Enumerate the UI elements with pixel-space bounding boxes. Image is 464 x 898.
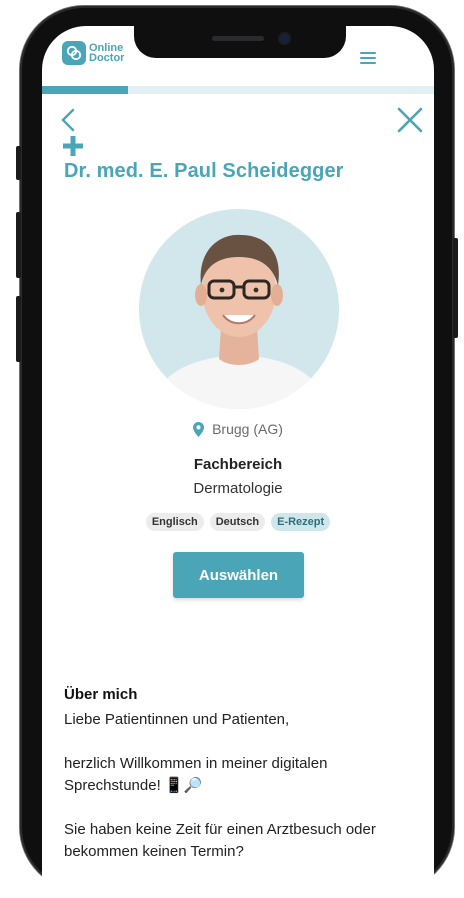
phone-notch [134,26,346,58]
close-icon[interactable] [396,106,424,134]
step-progress-bar [42,86,434,94]
phone-volume-up [16,212,21,278]
select-doctor-button[interactable]: Auswählen [173,552,304,598]
logo-wordmark: Online Doctor [89,43,125,64]
phone-speaker [212,36,264,41]
about-title: Über mich [64,686,138,703]
app-logo[interactable]: Online Doctor [62,41,124,65]
hamburger-menu-icon[interactable] [360,52,376,64]
doctor-location: Brugg (AG) [42,421,434,437]
about-paragraph: Liebe Patientinnen und Patienten, [64,711,290,728]
phone-power-button [453,238,458,338]
about-paragraph: herzlich Willkommen in meiner digitalen … [64,755,328,794]
phone-silent-switch [16,146,21,180]
chevron-left-icon[interactable] [60,108,76,132]
doctor-portrait [139,209,339,409]
location-text: Brugg (AG) [212,421,283,437]
phone-camera [280,34,289,43]
specialty-label: Fachbereich [193,456,283,473]
app-screen: Online Doctor Dr. med. E. Paul Scheidegg… [42,26,434,898]
medical-cross-icon [63,136,83,156]
location-pin-icon [193,421,205,437]
badge-e-rezept: E-Rezept [271,513,331,531]
logo-line-2: Doctor [89,52,125,64]
feature-badges: Englisch Deutsch E-Rezept [42,513,434,531]
online-doctor-logo-icon [62,41,86,65]
badge-englisch: Englisch [145,513,204,531]
about-paragraph: Sie haben keine Zeit für einen Arztbesuc… [64,821,376,860]
about-text: Liebe Patientinnen und Patienten, herzli… [64,709,414,885]
badge-deutsch: Deutsch [209,513,266,531]
specialty-value: Dermatologie [193,480,283,497]
step-progress-fill [42,86,129,94]
doctor-name: Dr. med. E. Paul Scheidegger [64,160,344,182]
phone-volume-down [16,296,21,362]
